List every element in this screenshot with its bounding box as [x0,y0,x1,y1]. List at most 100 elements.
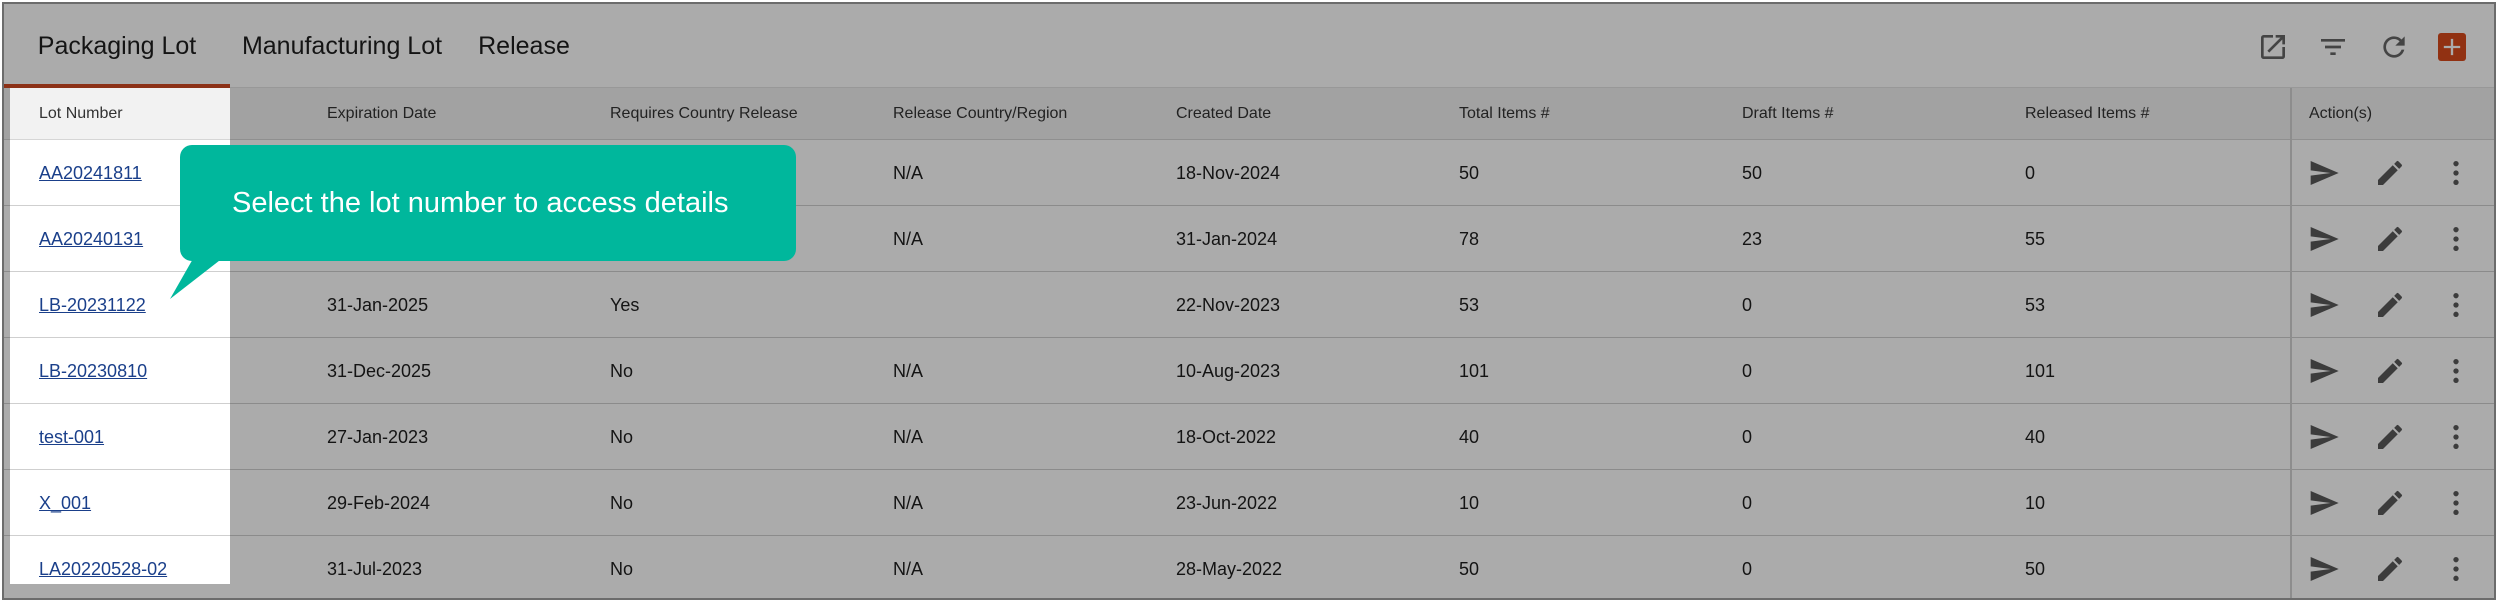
created-date-cell: 22-Nov-2023 [1176,295,1281,315]
more-vertical-icon[interactable] [2440,421,2472,453]
total-items-cell: 53 [1459,295,1480,315]
released-items-cell: 53 [2025,295,2046,315]
draft-items-cell: 0 [1742,559,1753,579]
more-vertical-icon[interactable] [2440,553,2472,585]
more-vertical-icon[interactable] [2440,223,2472,255]
released-items-cell: 101 [2025,361,2056,381]
expiration-date-cell: 31-Dec-2025 [327,361,432,381]
total-items-cell: 101 [1459,361,1490,381]
lot-number-link[interactable]: LA20220528-02 [39,536,167,598]
draft-items-cell: 0 [1742,295,1753,315]
edit-pencil-icon[interactable] [2374,421,2406,453]
release-country-cell: N/A [893,427,924,447]
created-date-cell: 10-Aug-2023 [1176,361,1281,381]
edit-pencil-icon[interactable] [2374,289,2406,321]
expiration-date-cell: 31-Jul-2023 [327,559,423,579]
created-date-cell: 18-Oct-2022 [1176,427,1277,447]
header-expiration-date[interactable]: Expiration Date [327,88,436,140]
send-icon[interactable] [2308,487,2340,519]
refresh-icon[interactable] [2378,31,2410,63]
lot-number-link[interactable]: AA20240131 [39,206,143,272]
header-release-country-region[interactable]: Release Country/Region [893,88,1067,140]
total-items-cell: 50 [1459,559,1480,579]
row-actions [2290,272,2494,338]
more-vertical-icon[interactable] [2440,289,2472,321]
draft-items-cell: 50 [1742,163,1763,183]
released-items-cell: 55 [2025,229,2046,249]
total-items-cell: 50 [1459,163,1480,183]
send-icon[interactable] [2308,355,2340,387]
coach-mark-tooltip: Select the lot number to access details [180,145,796,261]
open-external-icon[interactable] [2257,31,2289,63]
created-date-cell: 28-May-2022 [1176,559,1283,579]
created-date-cell: 18-Nov-2024 [1176,163,1281,183]
released-items-cell: 40 [2025,427,2046,447]
released-items-cell: 0 [2025,163,2036,183]
released-items-cell: 10 [2025,493,2046,513]
release-country-cell: N/A [893,361,924,381]
edit-pencil-icon[interactable] [2374,223,2406,255]
requires-country-release-cell: No [610,427,634,447]
lot-number-link[interactable]: test-001 [39,404,104,470]
tab-bar: Packaging Lot Manufacturing Lot Release [4,4,2494,88]
released-items-cell: 50 [2025,559,2046,579]
lot-number-link[interactable]: LB-20230810 [39,338,147,404]
header-total-items[interactable]: Total Items # [1459,88,1550,140]
send-icon[interactable] [2308,223,2340,255]
expiration-date-cell: 29-Feb-2024 [327,493,431,513]
send-icon[interactable] [2308,553,2340,585]
header-released-items[interactable]: Released Items # [2025,88,2150,140]
created-date-cell: 23-Jun-2022 [1176,493,1278,513]
header-lot-number[interactable]: Lot Number [39,88,123,140]
add-icon[interactable] [2438,33,2466,61]
created-date-cell: 31-Jan-2024 [1176,229,1278,249]
header-requires-country-release[interactable]: Requires Country Release [610,88,798,140]
table-row: LB-20230810 31-Dec-2025 No N/A 10-Aug-2023 10… [4,338,2494,404]
lot-number-link[interactable]: AA20241811 [39,140,142,206]
requires-country-release-cell: No [610,559,634,579]
table-row: LA20220528-02 31-Jul-2023 No N/A 28-May-2022… [4,536,2494,598]
row-actions [2290,140,2494,206]
edit-pencil-icon[interactable] [2374,355,2406,387]
total-items-cell: 10 [1459,493,1480,513]
send-icon[interactable] [2308,157,2340,189]
total-items-cell: 40 [1459,427,1480,447]
row-actions [2290,536,2494,598]
row-actions [2290,470,2494,536]
header-actions: Action(s) [2309,105,2373,122]
release-country-cell: N/A [893,559,924,579]
send-icon[interactable] [2308,421,2340,453]
tab-packaging-lot[interactable]: Packaging Lot [4,4,230,88]
table-row: LB-20231122 31-Jan-2025 Yes 22-Nov-2023 53 0 5… [4,272,2494,338]
tab-release[interactable]: Release [454,4,594,88]
edit-pencil-icon[interactable] [2374,157,2406,189]
table-row: X_001 29-Feb-2024 No N/A 23-Jun-2022 10 0 10 [4,470,2494,536]
table-row: test-001 27-Jan-2023 No N/A 18-Oct-2022 40 0 40 [4,404,2494,470]
release-country-cell: N/A [893,493,924,513]
more-vertical-icon[interactable] [2440,157,2472,189]
expiration-date-cell: 31-Jan-2025 [327,295,429,315]
release-country-cell: N/A [893,163,924,183]
table-header-row: Lot Number Expiration Date Requires Coun… [4,88,2494,140]
draft-items-cell: 23 [1742,229,1763,249]
expiration-date-cell: 27-Jan-2023 [327,427,429,447]
requires-country-release-cell: No [610,493,634,513]
edit-pencil-icon[interactable] [2374,487,2406,519]
requires-country-release-cell: Yes [610,295,640,315]
total-items-cell: 78 [1459,229,1480,249]
lot-number-link[interactable]: LB-20231122 [39,272,146,338]
header-draft-items[interactable]: Draft Items # [1742,88,1834,140]
draft-items-cell: 0 [1742,361,1753,381]
send-icon[interactable] [2308,289,2340,321]
filter-icon[interactable] [2317,31,2349,63]
packaging-lot-panel: Packaging Lot Manufacturing Lot Release … [2,2,2496,600]
requires-country-release-cell: No [610,361,634,381]
more-vertical-icon[interactable] [2440,487,2472,519]
tab-manufacturing-lot[interactable]: Manufacturing Lot [230,4,454,88]
lot-number-link[interactable]: X_001 [39,470,91,536]
header-created-date[interactable]: Created Date [1176,88,1271,140]
more-vertical-icon[interactable] [2440,355,2472,387]
edit-pencil-icon[interactable] [2374,553,2406,585]
row-actions [2290,404,2494,470]
draft-items-cell: 0 [1742,427,1753,447]
